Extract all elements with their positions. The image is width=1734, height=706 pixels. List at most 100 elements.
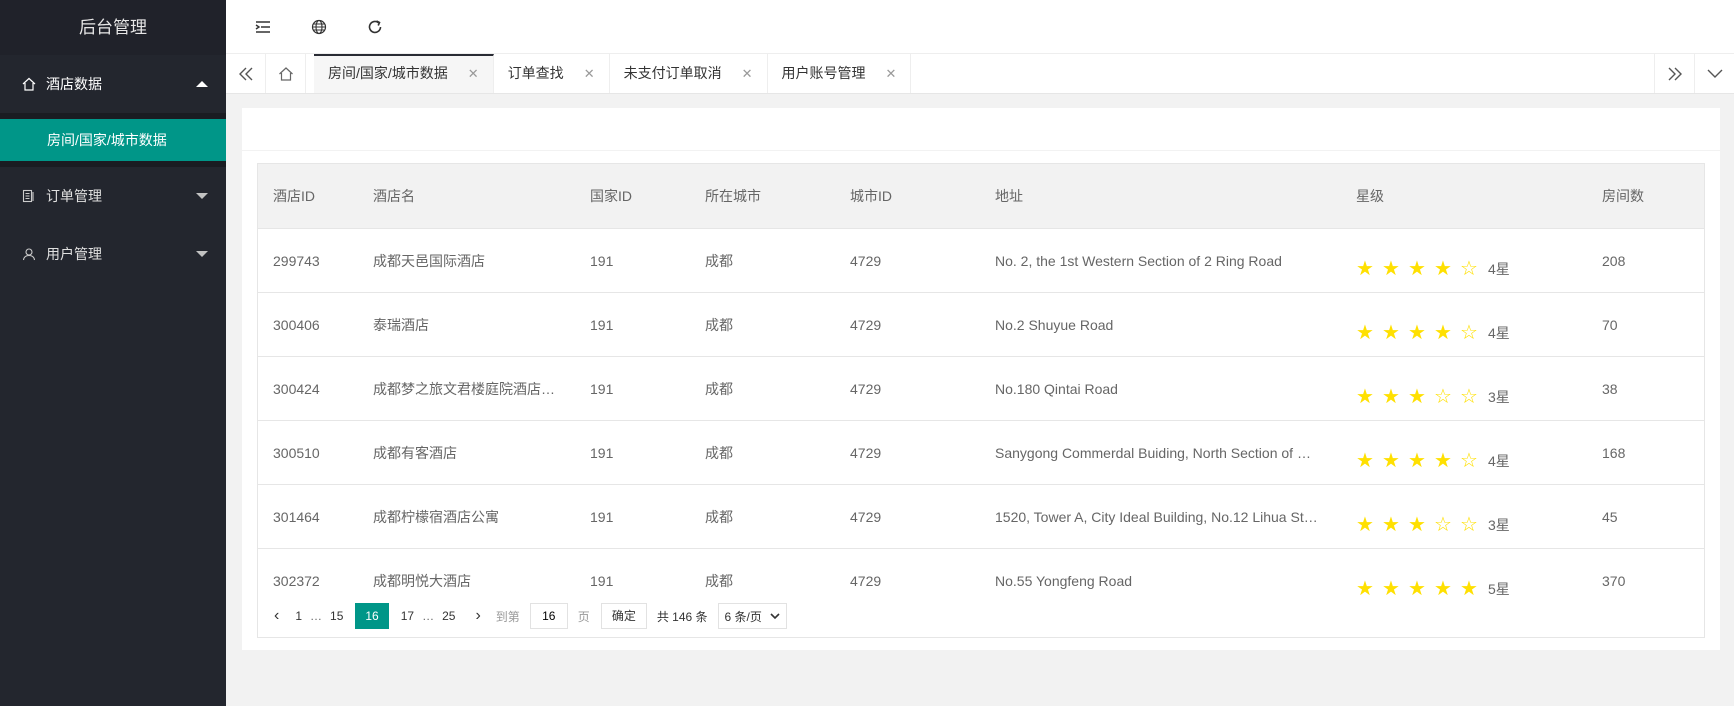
subnav-item-room-country-city[interactable]: 房间/国家/城市数据 [0, 119, 226, 161]
hotel-name-cell: 成都有客酒店 [358, 420, 575, 485]
star-filled-icon: ★ [1356, 449, 1374, 472]
chevron-down-icon [196, 193, 208, 199]
refresh-icon[interactable] [366, 18, 384, 36]
page-size-select[interactable]: 6 条/页 [717, 603, 787, 629]
page-link[interactable]: 17 [401, 609, 414, 623]
room-count-cell: 45 [1587, 484, 1704, 549]
tab-label: 房间/国家/城市数据 [328, 65, 448, 81]
column-header[interactable]: 城市ID [835, 164, 980, 229]
rating-cell: ★ ★ ★ ☆ ☆ 3星 [1341, 356, 1587, 421]
close-icon[interactable]: ✕ [886, 66, 897, 81]
card-header [242, 108, 1720, 151]
star-filled-icon: ★ [1434, 449, 1452, 472]
prev-page-icon[interactable]: ‹ [274, 607, 279, 625]
table-row[interactable]: 300510 成都有客酒店 191 成都 4729 Sanygong Commerdal … [258, 420, 1704, 485]
star-empty-icon: ☆ [1434, 385, 1452, 408]
star-rating: ★ ★ ★ ★ ☆ 4星 [1356, 451, 1586, 471]
column-header[interactable]: 所在城市 [690, 164, 835, 229]
column-header[interactable]: 地址 [980, 164, 1341, 229]
tab-bar: 房间/国家/城市数据 ✕ 订单查找 ✕ 未支付订单取消 ✕ 用户账号管理 ✕ [226, 54, 1734, 94]
column-header[interactable]: 房间数 [1587, 164, 1704, 229]
globe-icon[interactable] [310, 18, 328, 36]
close-icon[interactable]: ✕ [584, 66, 595, 81]
content-card: 酒店ID 酒店名 国家ID 所在城市 城市ID 地址 星级 房间数 299743… [242, 108, 1720, 650]
star-empty-icon: ☆ [1460, 257, 1478, 280]
nav-hotel-data[interactable]: 酒店数据 [0, 55, 226, 113]
star-filled-icon: ★ [1408, 257, 1426, 280]
star-filled-icon: ★ [1356, 321, 1374, 344]
double-chevron-left-icon[interactable] [226, 54, 266, 93]
goto-page-input[interactable] [529, 603, 568, 629]
rating-cell: ★ ★ ★ ★ ☆ 4星 [1341, 228, 1587, 293]
hotel-id-cell: 300424 [258, 356, 358, 421]
top-header [226, 0, 1734, 54]
hotel-id-cell: 300510 [258, 420, 358, 485]
tab-user-accounts[interactable]: 用户账号管理 ✕ [768, 54, 912, 93]
chevron-down-icon[interactable] [1694, 54, 1734, 93]
city-id-cell: 4729 [835, 356, 980, 421]
hotel-id-cell: 301464 [258, 484, 358, 549]
column-header[interactable]: 星级 [1341, 164, 1587, 229]
menu-collapse-icon[interactable] [254, 18, 272, 36]
table-row[interactable]: 301464 成都柠檬宿酒店公寓 191 成都 4729 1520, Tower A, C… [258, 484, 1704, 549]
page-link[interactable]: 15 [330, 609, 343, 623]
address-cell: 1520, Tower A, City Ideal Building, No.1… [980, 484, 1341, 549]
star-empty-icon: ☆ [1460, 385, 1478, 408]
table-row[interactable]: 299743 成都天邑国际酒店 191 成都 4729 No. 2, the 1st We… [258, 228, 1704, 293]
city-id-cell: 4729 [835, 228, 980, 293]
star-empty-icon: ☆ [1460, 449, 1478, 472]
table-row[interactable]: 300424 成都梦之旅文君楼庭院酒店… 191 成都 4729 No.180 Qinta… [258, 356, 1704, 421]
city-cell: 成都 [690, 292, 835, 357]
table-row[interactable]: 300406 泰瑞酒店 191 成都 4729 No.2 Shuyue Road ★ ★ ★ ★ ☆… [258, 292, 1704, 357]
page-link[interactable]: 25 [442, 609, 455, 623]
confirm-button[interactable]: 确定 [600, 603, 647, 629]
nav-user-management-label: 用户管理 [46, 246, 102, 262]
tab-order-search[interactable]: 订单查找 ✕ [494, 54, 610, 93]
order-icon [22, 189, 36, 203]
room-count-cell: 168 [1587, 420, 1704, 485]
tab-label: 未支付订单取消 [623, 65, 722, 81]
sidebar: 后台管理 酒店数据 房间/国家/城市数据 订单管理 用户管理 [0, 0, 226, 706]
rating-cell: ★ ★ ★ ★ ☆ 4星 [1341, 420, 1587, 485]
total-count: 共 146 条 [656, 609, 708, 624]
double-chevron-right-icon[interactable] [1654, 54, 1694, 93]
column-header[interactable]: 酒店ID [258, 164, 358, 229]
column-header[interactable]: 国家ID [575, 164, 690, 229]
city-cell: 成都 [690, 484, 835, 549]
city-id-cell: 4729 [835, 484, 980, 549]
address-cell: No.180 Qintai Road [980, 356, 1341, 421]
star-filled-icon: ★ [1408, 513, 1426, 536]
nav-order-management-label: 订单管理 [46, 188, 102, 204]
nav-user-management[interactable]: 用户管理 [0, 225, 226, 283]
address-cell: No.2 Shuyue Road [980, 292, 1341, 357]
country-id-cell: 191 [575, 228, 690, 293]
star-filled-icon: ★ [1434, 257, 1452, 280]
hotel-name-cell: 泰瑞酒店 [358, 292, 575, 357]
tab-unpaid-cancel[interactable]: 未支付订单取消 ✕ [610, 54, 768, 93]
page-link[interactable]: 1 [295, 609, 302, 623]
country-id-cell: 191 [575, 420, 690, 485]
home-icon [22, 77, 36, 91]
star-rating: ★ ★ ★ ★ ☆ 4星 [1356, 323, 1586, 343]
country-id-cell: 191 [575, 484, 690, 549]
address-cell: Sanygong Commerdal Buiding, North Sectio… [980, 420, 1341, 485]
city-id-cell: 4729 [835, 420, 980, 485]
city-id-cell: 4729 [835, 292, 980, 357]
close-icon[interactable]: ✕ [742, 66, 753, 81]
next-page-icon[interactable]: › [475, 607, 480, 625]
page-ellipsis: … [422, 609, 435, 623]
column-header[interactable]: 酒店名 [358, 164, 575, 229]
star-filled-icon: ★ [1434, 321, 1452, 344]
tab-room-country-city[interactable]: 房间/国家/城市数据 ✕ [314, 54, 494, 93]
table-header-row: 酒店ID 酒店名 国家ID 所在城市 城市ID 地址 星级 房间数 [258, 164, 1704, 229]
page-current[interactable]: 16 [355, 603, 389, 629]
close-icon[interactable]: ✕ [468, 66, 479, 81]
nav-hotel-data-label: 酒店数据 [46, 76, 102, 92]
star-filled-icon: ★ [1408, 321, 1426, 344]
star-rating: ★ ★ ★ ★ ☆ 4星 [1356, 259, 1586, 279]
nav-order-management[interactable]: 订单管理 [0, 167, 226, 225]
star-empty-icon: ☆ [1460, 513, 1478, 536]
home-tab-icon[interactable] [266, 54, 306, 93]
app-title: 后台管理 [0, 0, 226, 55]
star-label: 3星 [1488, 388, 1510, 405]
